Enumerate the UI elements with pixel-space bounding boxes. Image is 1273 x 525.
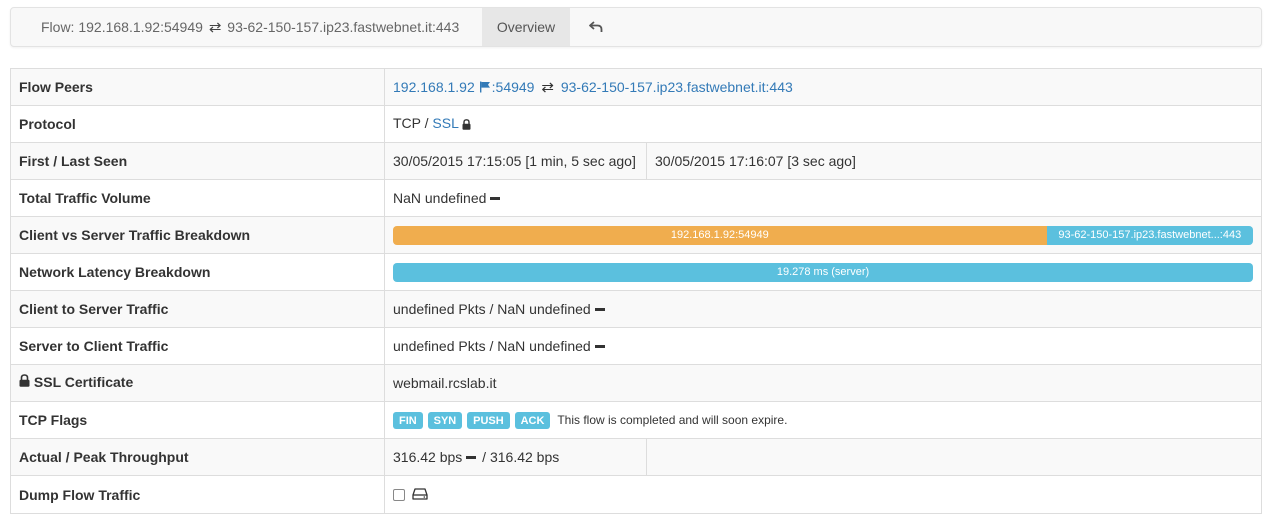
protocol-separator: / [420,115,433,132]
client-traffic-segment: 192.168.1.92:54949 [393,225,1047,245]
row-label: Server to Client Traffic [10,327,385,365]
minus-icon [466,455,477,459]
flow-title-prefix: Flow: [41,19,79,35]
dump-cell [384,475,1262,514]
traffic-breakdown-bar: 192.168.1.92:54949 93-62-150-157.ip23.fa… [393,225,1253,245]
flow-title: Flow: 192.168.1.92:54949 ⇄ 93-62-150-157… [41,8,459,46]
c2s-cell: undefined Pkts / NaN undefined [384,290,1262,328]
flow-title-client: 192.168.1.92:54949 [78,19,203,35]
table-row-protocol: Protocol TCP / SSL [10,105,1262,143]
protocol-l7-link[interactable]: SSL [432,115,458,131]
minus-icon [490,196,501,200]
tcp-flag-badge: SYN [427,412,463,429]
s2c-cell: undefined Pkts / NaN undefined [384,327,1262,365]
server-port-link[interactable]: :443 [766,79,793,95]
swap-arrows-icon: ⇄ [208,19,222,36]
table-row-latency: Network Latency Breakdown 19.278 ms (ser… [10,253,1262,291]
row-label: Protocol [10,105,385,143]
flow-details-table: Flow Peers 192.168.1.92 :54949 ⇄ 93-62-1… [10,68,1262,514]
table-row-s2c: Server to Client Traffic undefined Pkts … [10,327,1262,365]
flag-icon[interactable] [479,80,492,96]
row-label: Dump Flow Traffic [10,475,385,514]
peak-throughput-value: / 316.42 bps [478,449,560,465]
row-label: First / Last Seen [10,142,385,180]
row-label: Client vs Server Traffic Breakdown [10,216,385,254]
minus-icon [594,307,605,311]
actual-throughput-value: 316.42 bps [393,449,463,465]
row-label: Actual / Peak Throughput [10,438,385,476]
server-host-link[interactable]: 93-62-150-157.ip23.fastwebnet.it [561,79,766,95]
minus-icon [594,344,605,348]
lock-icon [19,373,30,390]
protocol-value: TCP / SSL [384,105,1262,143]
reply-arrow-icon[interactable] [584,8,608,46]
lock-icon [462,117,471,133]
flow-navbar: Flow: 192.168.1.92:54949 ⇄ 93-62-150-157… [10,7,1262,47]
flow-status-note: This flow is completed and will soon exp… [557,413,788,427]
flow-peers-value: 192.168.1.92 :54949 ⇄ 93-62-150-157.ip23… [384,68,1262,106]
table-row-total-volume: Total Traffic Volume NaN undefined [10,179,1262,217]
server-traffic-segment: 93-62-150-157.ip23.fastwebnet...:443 [1046,225,1253,245]
s2c-value: undefined Pkts / NaN undefined [393,338,591,354]
server-latency-segment: 19.278 ms (server) [393,262,1253,282]
ssl-cert-label-cell: SSL Certificate [10,364,385,402]
row-label: Flow Peers [10,68,385,106]
client-port-link[interactable]: :54949 [492,79,535,95]
empty-cell [646,438,1262,476]
total-volume-value: NaN undefined [393,190,487,206]
first-seen-value: 30/05/2015 17:15:05 [1 min, 5 sec ago] [384,142,647,180]
table-row-dump: Dump Flow Traffic [10,475,1262,514]
ssl-cert-value: webmail.rcslab.it [384,364,1262,402]
latency-cell: 19.278 ms (server) [384,253,1262,291]
tab-overview[interactable]: Overview [482,8,570,46]
table-row-seen: First / Last Seen 30/05/2015 17:15:05 [1… [10,142,1262,180]
tcp-flag-badge: PUSH [467,412,510,429]
row-label: SSL Certificate [33,374,134,391]
row-label: Total Traffic Volume [10,179,385,217]
table-row-flow-peers: Flow Peers 192.168.1.92 :54949 ⇄ 93-62-1… [10,68,1262,106]
protocol-l4: TCP [393,115,421,132]
c2s-value: undefined Pkts / NaN undefined [393,301,591,317]
table-row-throughput: Actual / Peak Throughput 316.42 bps / 31… [10,438,1262,476]
table-row-c2s: Client to Server Traffic undefined Pkts … [10,290,1262,328]
throughput-cell: 316.42 bps / 316.42 bps [384,438,647,476]
tcp-flag-badge: ACK [514,412,551,429]
client-host-link[interactable]: 192.168.1.92 [393,79,475,95]
row-label: Network Latency Breakdown [10,253,385,291]
row-label: TCP Flags [10,401,385,439]
total-volume-cell: NaN undefined [384,179,1262,217]
last-seen-value: 30/05/2015 17:16:07 [3 sec ago] [646,142,1262,180]
hdd-icon [412,487,428,503]
row-label: Client to Server Traffic [10,290,385,328]
latency-breakdown-bar: 19.278 ms (server) [393,262,1253,282]
table-row-breakdown: Client vs Server Traffic Breakdown 192.1… [10,216,1262,254]
dump-traffic-checkbox[interactable] [393,489,405,502]
tcp-flags-cell: FIN SYN PUSH ACK This flow is completed … [384,401,1262,439]
flow-title-server: 93-62-150-157.ip23.fastwebnet.it:443 [227,19,460,35]
tcp-flag-badge: FIN [393,412,423,429]
breakdown-cell: 192.168.1.92:54949 93-62-150-157.ip23.fa… [384,216,1262,254]
table-row-ssl-cert: SSL Certificate webmail.rcslab.it [10,364,1262,402]
swap-arrows-icon: ⇄ [541,78,554,96]
table-row-tcp-flags: TCP Flags FIN SYN PUSH ACK This flow is … [10,401,1262,439]
